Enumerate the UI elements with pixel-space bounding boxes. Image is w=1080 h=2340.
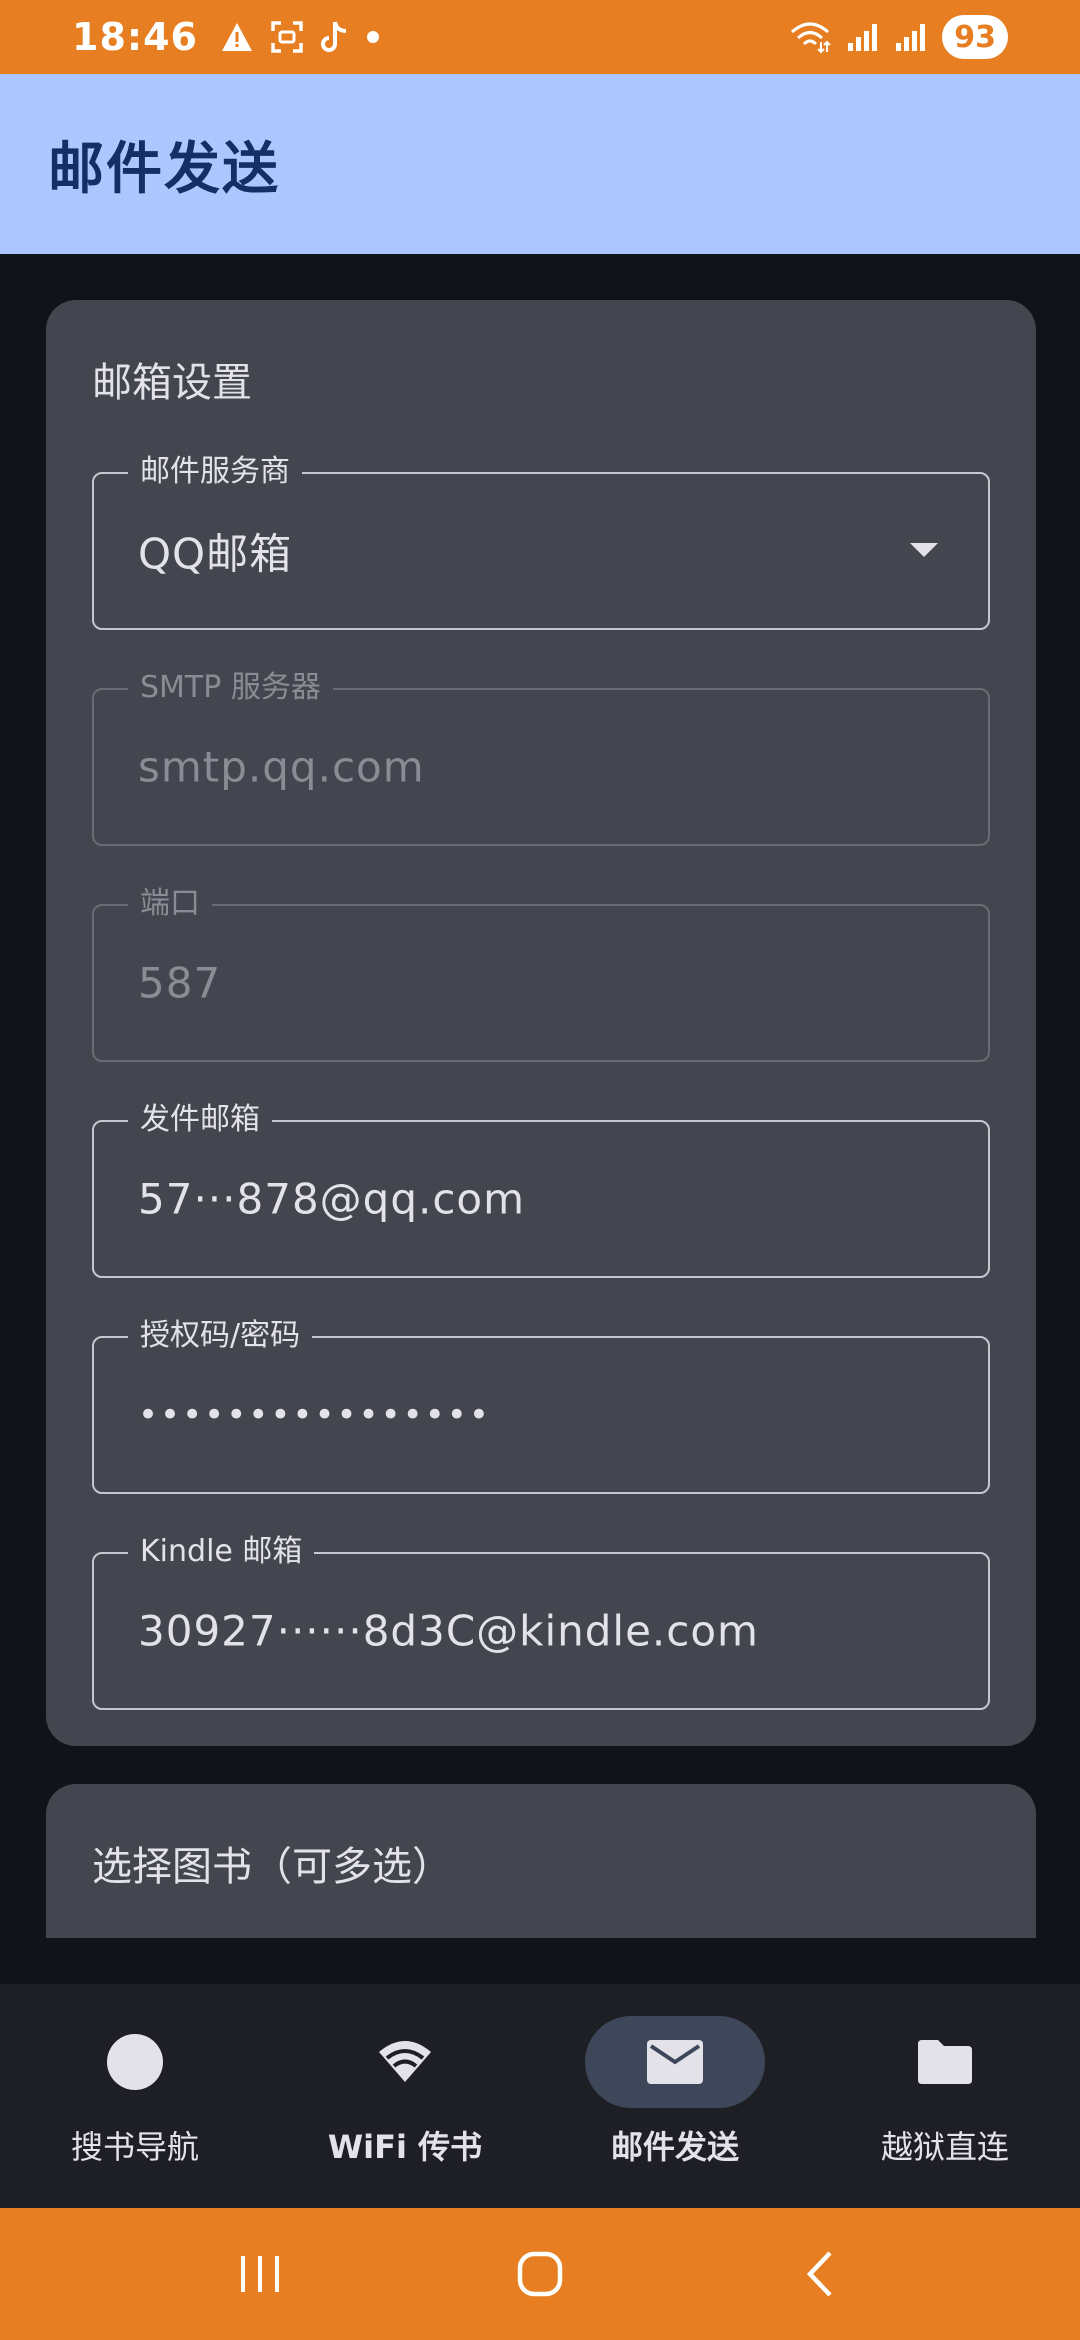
tiktok-icon: [321, 21, 347, 52]
card-title: 邮箱设置: [92, 360, 252, 406]
field-label: Kindle 邮箱: [128, 1532, 315, 1572]
mail-icon: [647, 2040, 703, 2084]
password-field[interactable]: 授权码/密码 ••••••••••••••••: [92, 1316, 990, 1494]
signal-icon: [896, 24, 926, 51]
field-value: ••••••••••••••••: [138, 1395, 491, 1435]
field-label: 端口: [128, 884, 212, 924]
nav-label: 搜书导航: [70, 2128, 199, 2166]
battery-indicator: 93: [942, 15, 1008, 59]
email-settings-card: 邮箱设置 邮件服务商 QQ邮箱 SMTP 服务器 smtp.qq.com 端口 …: [46, 300, 1036, 1746]
status-icons-right: 93: [788, 15, 1008, 59]
home-icon: [517, 2251, 563, 2297]
bottom-navigation: 搜书导航 WiFi 传书 邮件发送 越狱直连: [0, 1984, 1080, 2208]
folder-icon: [918, 2040, 972, 2084]
back-icon: [806, 2251, 832, 2297]
kindle-email-field[interactable]: Kindle 邮箱 30927······8d3C@kindle.com: [92, 1532, 990, 1710]
nav-label: WiFi 传书: [327, 2128, 483, 2166]
nav-item-jailbreak-direct[interactable]: 越狱直连: [810, 1984, 1080, 2208]
dropdown-arrow-icon: [910, 543, 938, 557]
warning-icon: [221, 23, 252, 51]
field-value: smtp.qq.com: [138, 742, 425, 792]
nav-item-email-send[interactable]: 邮件发送: [540, 1984, 810, 2208]
page-title: 邮件发送: [48, 136, 280, 202]
system-navigation-bar: [0, 2208, 1080, 2340]
wifi-icon: [379, 2041, 431, 2082]
status-time: 18:46: [72, 15, 198, 59]
nav-icon-container: [855, 2016, 1035, 2108]
field-label: 邮件服务商: [128, 452, 302, 492]
nav-icon-container: [585, 2016, 765, 2108]
smtp-server-field: SMTP 服务器 smtp.qq.com: [92, 668, 990, 846]
nav-icon-container: [45, 2016, 225, 2108]
app-bar: 邮件发送: [0, 74, 1080, 254]
status-bar: 18:46 93: [0, 0, 1080, 74]
nav-item-wifi-transfer[interactable]: WiFi 传书: [270, 1984, 540, 2208]
provider-dropdown[interactable]: 邮件服务商 QQ邮箱: [92, 452, 990, 630]
circle-icon: [107, 2034, 163, 2090]
sender-email-field[interactable]: 发件邮箱 57···878@qq.com: [92, 1100, 990, 1278]
field-label: SMTP 服务器: [128, 668, 333, 708]
field-value: 587: [138, 958, 222, 1008]
content-scroll-area[interactable]: 邮箱设置 邮件服务商 QQ邮箱 SMTP 服务器 smtp.qq.com 端口 …: [0, 254, 1080, 1938]
card-title: 选择图书（可多选）: [92, 1844, 452, 1890]
field-label: 授权码/密码: [128, 1316, 313, 1356]
field-value: 57···878@qq.com: [138, 1174, 526, 1224]
nav-icon-container: [315, 2016, 495, 2108]
dot-icon: [366, 31, 379, 43]
field-value: 30927······8d3C@kindle.com: [138, 1606, 759, 1656]
nav-label: 邮件发送: [610, 2128, 739, 2166]
select-books-card: 选择图书（可多选）: [46, 1784, 1036, 1938]
field-value: QQ邮箱: [138, 529, 293, 579]
screenshot-icon: [271, 21, 303, 53]
recents-icon: [241, 2256, 279, 2292]
recents-button[interactable]: [220, 2234, 300, 2314]
signal-icon: [848, 24, 878, 51]
nav-item-search-books[interactable]: 搜书导航: [0, 1984, 270, 2208]
home-button[interactable]: [500, 2234, 580, 2314]
back-button[interactable]: [780, 2234, 860, 2314]
status-icons-left: [220, 20, 380, 54]
port-field: 端口 587: [92, 884, 990, 1062]
wifi-icon: [791, 22, 831, 54]
nav-label: 越狱直连: [880, 2128, 1009, 2166]
field-label: 发件邮箱: [128, 1100, 272, 1140]
